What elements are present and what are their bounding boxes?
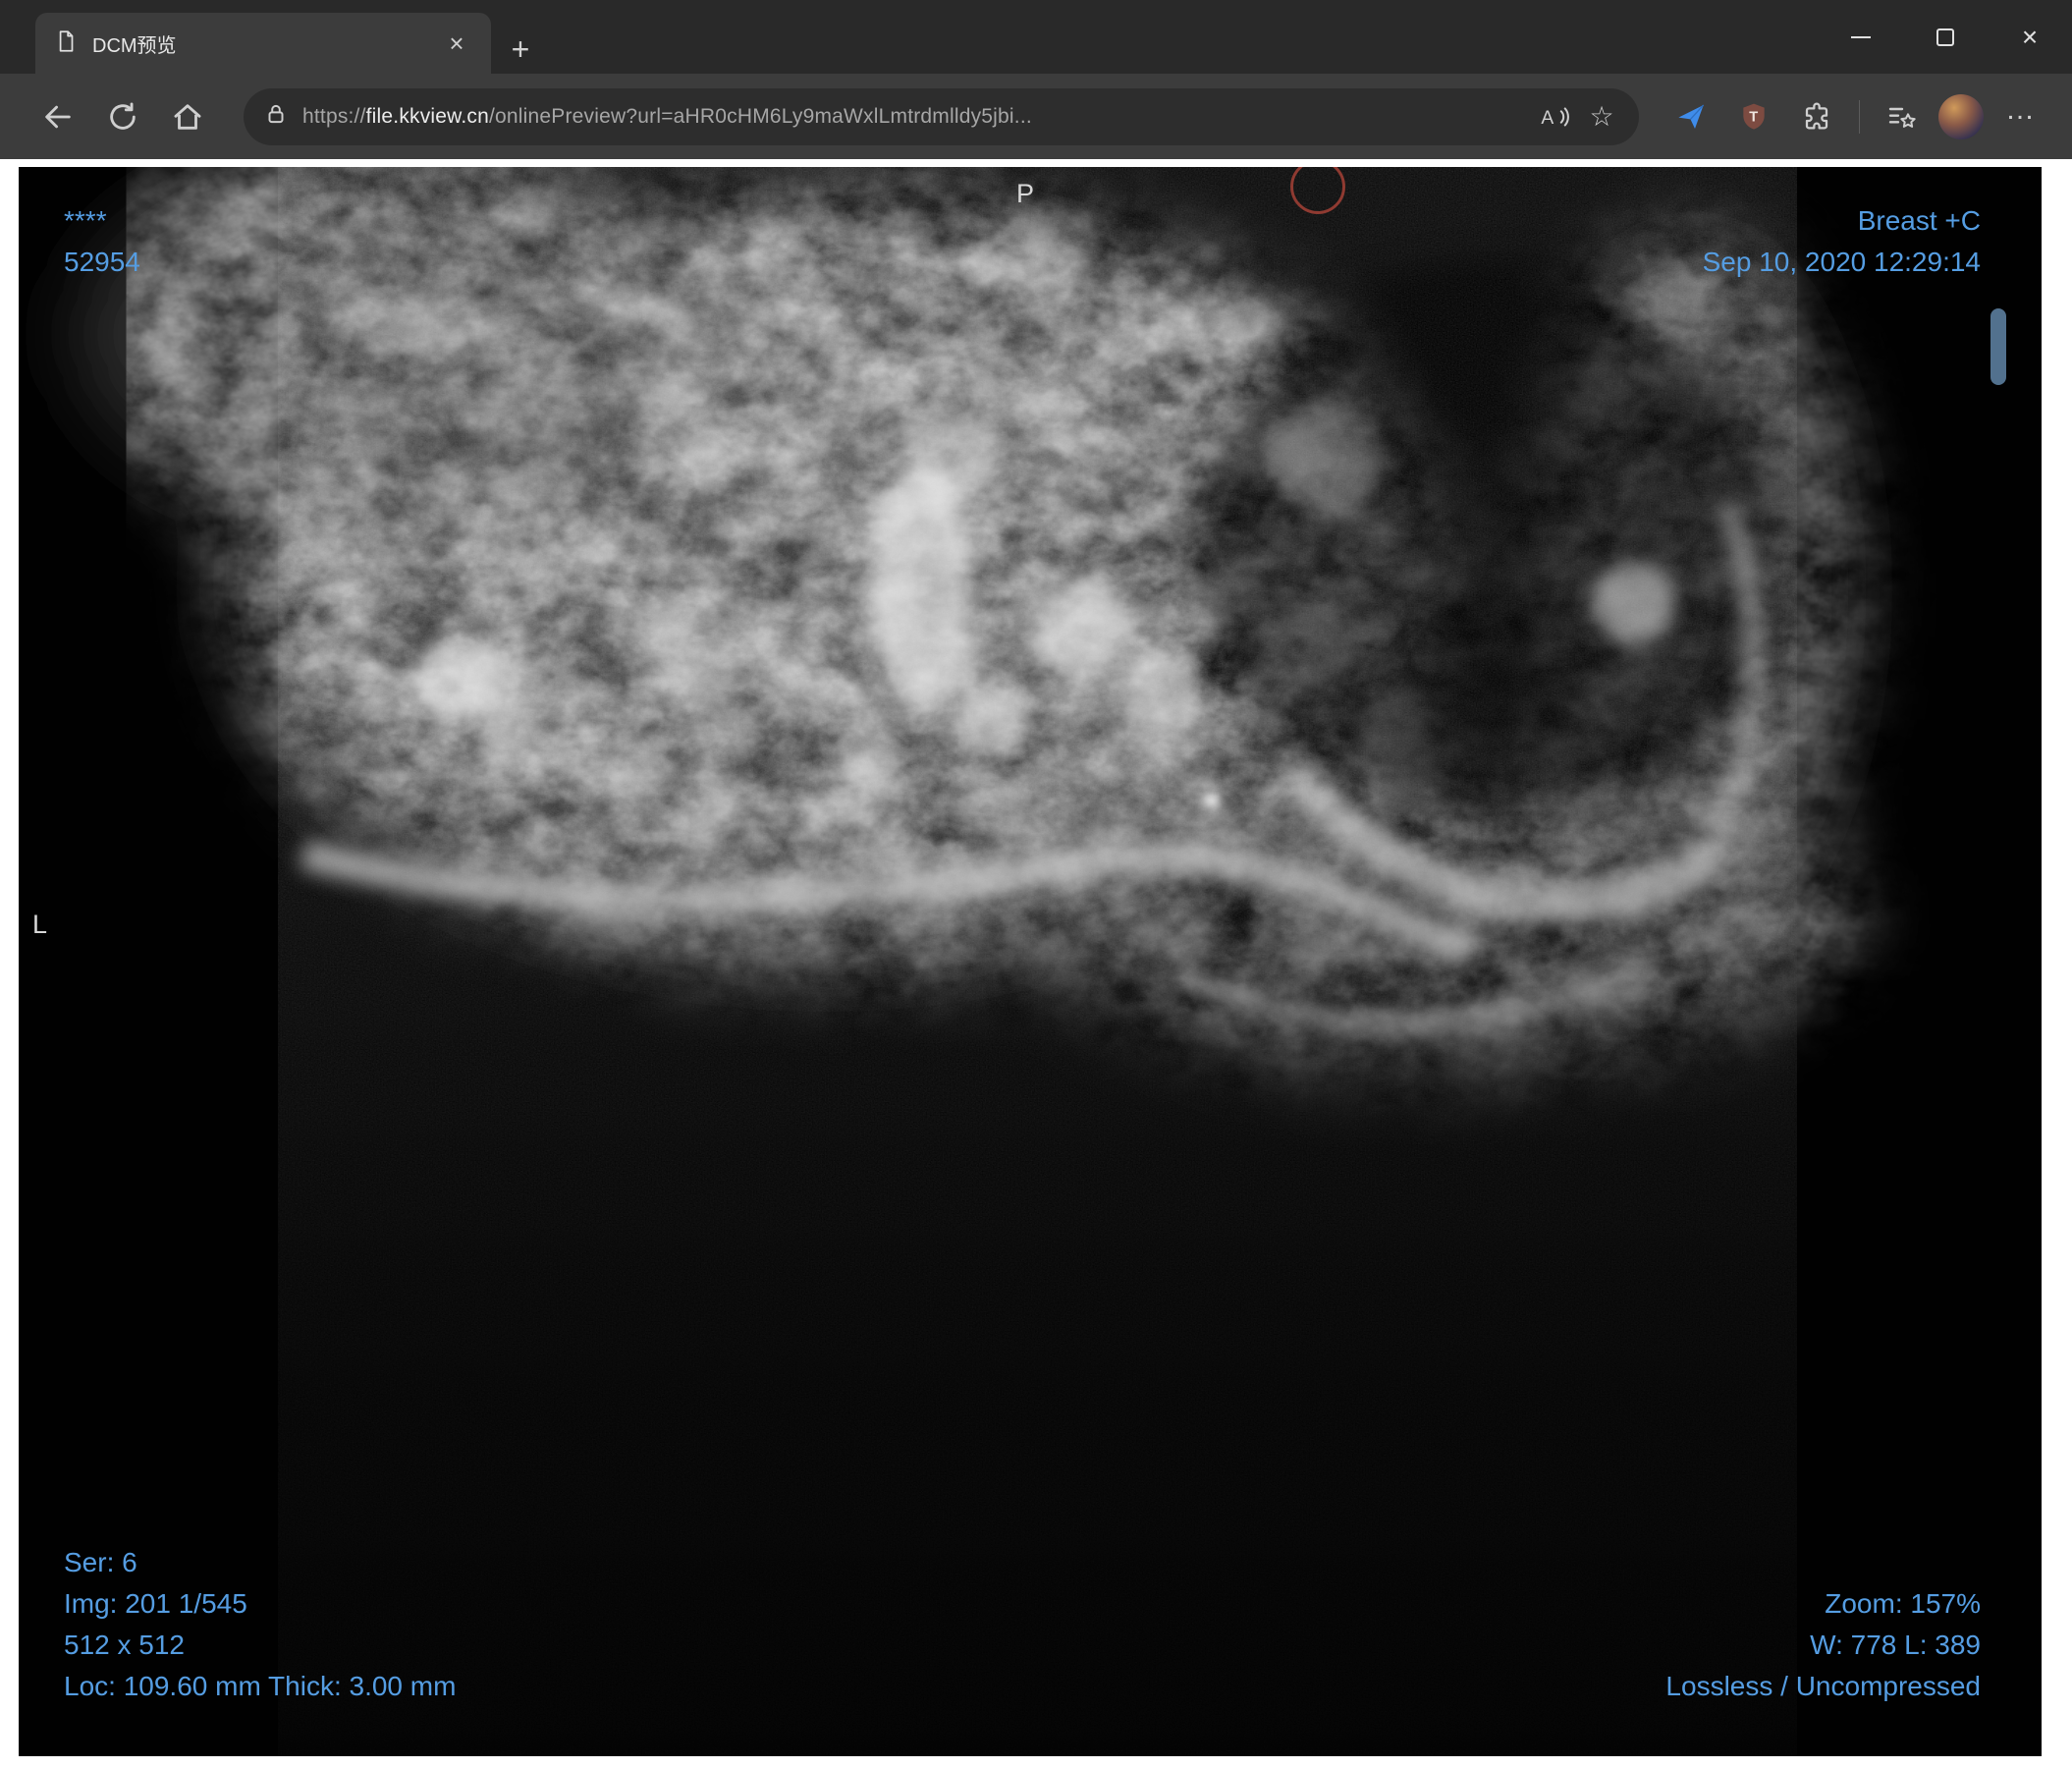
compression-info: Lossless / Uncompressed bbox=[1665, 1671, 1981, 1701]
tab-strip: DCM预览 × + × bbox=[0, 0, 2072, 74]
home-button[interactable] bbox=[159, 88, 216, 145]
image-matrix: 512 x 512 bbox=[64, 1630, 185, 1660]
address-bar[interactable]: https://file.kkview.cn/onlinePreview?url… bbox=[244, 87, 1639, 145]
window-level: W: 778 L: 389 bbox=[1810, 1630, 1981, 1660]
new-tab-button[interactable]: + bbox=[499, 28, 542, 71]
browser-window: DCM预览 × + × https://file.kkview.cn/onlin… bbox=[0, 0, 2072, 1768]
shield-icon: T bbox=[1743, 103, 1765, 130]
lock-icon bbox=[263, 101, 289, 132]
home-icon bbox=[174, 103, 201, 130]
refresh-button[interactable] bbox=[94, 88, 151, 145]
tab-dcm-preview[interactable]: DCM预览 × bbox=[35, 13, 491, 74]
document-icon bbox=[53, 28, 79, 59]
overlay-top-right: Breast +C Sep 10, 2020 12:29:14 bbox=[1703, 200, 1981, 283]
svg-text:T: T bbox=[1749, 109, 1758, 125]
toolbar-separator bbox=[1859, 99, 1860, 134]
favorites-hub-button[interactable] bbox=[1876, 90, 1929, 143]
extension-shield-button[interactable]: T bbox=[1727, 90, 1780, 143]
window-controls: × bbox=[1819, 0, 2072, 74]
favorites-hub-icon bbox=[1888, 107, 1916, 128]
window-minimize-button[interactable] bbox=[1819, 0, 1903, 74]
patient-number: 52954 bbox=[64, 247, 140, 277]
settings-more-button[interactable]: … bbox=[1993, 90, 2046, 143]
url-scheme: https:// bbox=[302, 104, 366, 128]
svg-text:A: A bbox=[1541, 107, 1554, 128]
minimize-icon bbox=[1851, 35, 1871, 38]
tab-close-button[interactable]: × bbox=[440, 27, 473, 60]
image-index: Img: 201 1/545 bbox=[64, 1588, 247, 1619]
slice-location: Loc: 109.60 mm Thick: 3.00 mm bbox=[64, 1671, 457, 1701]
patient-id-masked: **** bbox=[64, 205, 107, 236]
maximize-icon bbox=[1936, 28, 1954, 46]
extensions-puzzle-button[interactable] bbox=[1790, 90, 1843, 143]
orientation-marker-posterior: P bbox=[1016, 179, 1035, 208]
puzzle-icon bbox=[1805, 102, 1828, 129]
url-text[interactable]: https://file.kkview.cn/onlinePreview?url… bbox=[302, 105, 1531, 129]
url-domain: file.kkview.cn bbox=[365, 104, 489, 128]
back-button[interactable] bbox=[29, 88, 86, 145]
zoom-level: Zoom: 157% bbox=[1825, 1588, 1981, 1619]
profile-avatar[interactable] bbox=[1938, 93, 1984, 139]
ellipsis-icon: … bbox=[2005, 92, 2035, 126]
read-aloud-icon: A bbox=[1541, 106, 1569, 128]
star-icon: ☆ bbox=[1589, 100, 1614, 132]
study-datetime: Sep 10, 2020 12:29:14 bbox=[1702, 247, 1981, 277]
overlay-bottom-left: Ser: 6 Img: 201 1/545 512 x 512 Loc: 109… bbox=[64, 1542, 456, 1707]
navigation-bar: https://file.kkview.cn/onlinePreview?url… bbox=[0, 74, 2072, 159]
study-description: Breast +C bbox=[1857, 205, 1981, 236]
overlay-top-left: **** 52954 bbox=[64, 200, 140, 283]
orientation-marker-left: L bbox=[32, 910, 48, 939]
extension-area: T … bbox=[1664, 90, 2046, 143]
series-number: Ser: 6 bbox=[64, 1547, 137, 1577]
window-maximize-button[interactable] bbox=[1903, 0, 1988, 74]
mri-image bbox=[19, 167, 2042, 1756]
window-close-button[interactable]: × bbox=[1988, 0, 2072, 74]
page-content: **** 52954 P Breast +C Sep 10, 2020 12:2… bbox=[0, 159, 2072, 1768]
refresh-icon bbox=[110, 102, 136, 130]
paper-plane-icon bbox=[1678, 104, 1705, 129]
page-scrollbar-thumb[interactable] bbox=[1990, 308, 2006, 385]
extension-blue-button[interactable] bbox=[1664, 90, 1718, 143]
read-aloud-button[interactable]: A bbox=[1531, 93, 1578, 140]
arrow-left-icon bbox=[45, 105, 71, 128]
favorite-button[interactable]: ☆ bbox=[1578, 93, 1625, 140]
url-path: /onlinePreview?url=aHR0cHM6Ly9maWxlLmtrd… bbox=[489, 104, 1032, 128]
dicom-viewport[interactable]: **** 52954 P Breast +C Sep 10, 2020 12:2… bbox=[19, 167, 2042, 1756]
overlay-bottom-right: Zoom: 157% W: 778 L: 389 Lossless / Unco… bbox=[1665, 1583, 1981, 1707]
tab-title: DCM预览 bbox=[92, 34, 177, 57]
